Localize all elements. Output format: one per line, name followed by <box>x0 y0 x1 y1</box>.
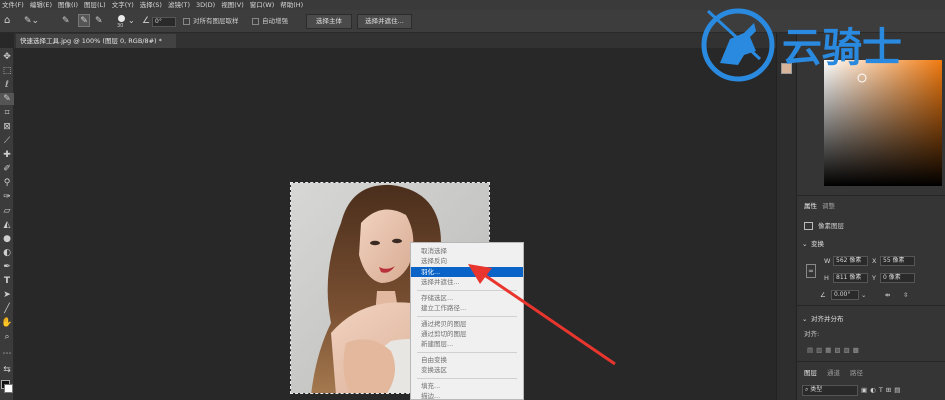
y-input[interactable]: 0 像素 <box>880 273 915 283</box>
tab-paths[interactable]: 路径 <box>850 369 863 378</box>
menu-item-stroke[interactable]: 描边... <box>411 391 523 400</box>
layer-filter-value: 类型 <box>810 386 823 393</box>
subtract-from-selection-icon[interactable]: ✎ <box>95 15 103 27</box>
pixel-layer-icon <box>804 222 813 230</box>
menu-window[interactable]: 窗口(W) <box>250 0 275 10</box>
menu-edit[interactable]: 编辑(E) <box>30 0 52 10</box>
x-label: X <box>872 257 877 265</box>
panel-divider <box>797 305 945 306</box>
width-label: W <box>824 257 831 265</box>
swap-colors-icon[interactable]: ⇆ <box>0 364 14 376</box>
menu-filter[interactable]: 滤镜(T) <box>168 0 190 10</box>
height-input[interactable]: 811 像素 <box>833 273 868 283</box>
frame-tool-icon[interactable]: ⊠ <box>0 121 14 133</box>
tab-properties[interactable]: 属性 <box>804 202 817 211</box>
auto-enhance-checkbox[interactable] <box>252 18 259 25</box>
layer-type-label: 像素图层 <box>818 222 844 230</box>
menu-separator <box>417 378 517 379</box>
flip-vertical-icon[interactable]: ⇳ <box>903 291 908 300</box>
watermark-logo: 云骑士 <box>701 8 902 82</box>
panel-divider <box>797 361 945 362</box>
align-buttons-icon[interactable]: ▤▥▦▧▨▩ <box>807 346 862 355</box>
layer-filter-icons[interactable]: ▣◐T⊞▤ <box>861 386 903 395</box>
chevron-down-icon[interactable]: ⌄ <box>128 15 135 27</box>
brush-tool-icon[interactable]: ✐ <box>0 163 14 175</box>
marquee-tool-icon[interactable]: ⬚ <box>0 65 14 77</box>
transform-chevron-icon[interactable]: ⌄ <box>802 240 807 249</box>
menu-item-fill[interactable]: 填充... <box>411 381 523 391</box>
menu-view[interactable]: 视图(V) <box>221 0 244 10</box>
hand-tool-icon[interactable]: ✋ <box>0 317 14 329</box>
add-to-selection-icon[interactable]: ✎ <box>78 14 90 27</box>
zoom-tool-icon[interactable]: ⌕ <box>0 331 14 343</box>
auto-enhance-label: 自动增强 <box>262 17 288 25</box>
new-selection-icon[interactable]: ✎ <box>62 15 70 27</box>
height-label: H <box>824 274 829 282</box>
panel-icon-strip <box>776 33 797 400</box>
document-tab[interactable]: 快速选择工具.jpg @ 100% (图层 0, RGB/8#) * <box>16 34 176 48</box>
tab-channels[interactable]: 通道 <box>827 369 840 378</box>
flip-horizontal-icon[interactable]: ⇹ <box>885 291 890 300</box>
align-label: 对齐: <box>804 330 820 338</box>
transform-header: 变换 <box>811 240 824 248</box>
layer-filter-select[interactable]: ⌕ 类型 <box>802 385 858 396</box>
move-tool-icon[interactable]: ✥ <box>0 51 14 63</box>
menu-3d[interactable]: 3D(D) <box>196 0 215 10</box>
quick-selection-tool-icon[interactable]: ✎⌄ <box>24 15 39 27</box>
pen-tool-icon[interactable]: ✒ <box>0 261 14 273</box>
select-and-mask-button[interactable]: 选择并遮住... <box>357 14 412 29</box>
right-panel: 属性 调整 像素图层 ⌄ 变换 ∞ W 562 像素 X 55 像素 H 811… <box>797 33 945 400</box>
sample-all-layers-checkbox[interactable] <box>183 18 190 25</box>
menu-image[interactable]: 图像(I) <box>58 0 78 10</box>
paint-bucket-tool-icon[interactable]: ◭ <box>0 219 14 231</box>
healing-brush-tool-icon[interactable]: ✚ <box>0 149 14 161</box>
more-tools-icon[interactable]: ⋯ <box>0 348 14 360</box>
angle-icon: ∠ <box>142 16 151 26</box>
menu-select[interactable]: 选择(S) <box>140 0 162 10</box>
crop-tool-icon[interactable]: ⌗ <box>0 107 14 119</box>
lasso-tool-icon[interactable]: ℓ <box>0 79 14 91</box>
menu-file[interactable]: 文件(F) <box>2 0 24 10</box>
sample-all-layers-label: 对所有图层取样 <box>193 17 239 25</box>
panel-divider <box>797 195 945 196</box>
link-icon[interactable]: ∞ <box>806 264 816 278</box>
menu-item-deselect[interactable]: 取消选择 <box>411 246 523 256</box>
y-label: Y <box>872 274 876 282</box>
align-distribute-header: 对齐并分布 <box>811 315 844 323</box>
line-tool-icon[interactable]: ╱ <box>0 303 14 315</box>
brush-size: 30 <box>117 23 124 29</box>
brush-preview-icon[interactable] <box>118 15 125 22</box>
eraser-tool-icon[interactable]: ▱ <box>0 205 14 217</box>
width-input[interactable]: 562 像素 <box>833 256 868 266</box>
menu-layer[interactable]: 图层(L) <box>84 0 106 10</box>
align-chevron-icon[interactable]: ⌄ <box>802 315 807 324</box>
dodge-tool-icon[interactable]: ◐ <box>0 247 14 259</box>
angle-icon: ∠ <box>820 291 826 299</box>
clone-stamp-tool-icon[interactable]: ⚲ <box>0 177 14 189</box>
quick-selection-tool-icon[interactable]: ✎ <box>0 93 14 105</box>
x-input[interactable]: 55 像素 <box>880 256 915 266</box>
watermark-text: 云骑士 <box>782 25 902 71</box>
eyedropper-tool-icon[interactable]: ⟋ <box>0 135 14 147</box>
home-icon[interactable]: ⌂ <box>4 15 10 27</box>
type-tool-icon[interactable]: T <box>0 275 14 287</box>
menu-type[interactable]: 文字(Y) <box>112 0 134 10</box>
tab-adjustments[interactable]: 调整 <box>822 202 835 211</box>
toolbox: ✥ ⬚ ℓ ✎ ⌗ ⊠ ⟋ ✚ ✐ ⚲ ✑ ▱ ◭ ● ◐ ✒ T ➤ ╱ ✋ … <box>0 48 14 400</box>
background-color-swatch[interactable] <box>4 384 13 393</box>
menu-help[interactable]: 帮助(H) <box>280 0 303 10</box>
select-subject-button[interactable]: 选择主体 <box>306 14 352 29</box>
chevron-down-icon[interactable]: ⌄ <box>861 291 866 300</box>
annotation-arrow <box>468 264 616 366</box>
blur-tool-icon[interactable]: ● <box>0 233 14 245</box>
angle-input[interactable]: 0° <box>152 17 176 27</box>
tab-layers[interactable]: 图层 <box>804 369 817 378</box>
angle-input[interactable]: 0.00° <box>831 290 859 300</box>
path-selection-tool-icon[interactable]: ➤ <box>0 289 14 301</box>
history-brush-tool-icon[interactable]: ✑ <box>0 191 14 203</box>
